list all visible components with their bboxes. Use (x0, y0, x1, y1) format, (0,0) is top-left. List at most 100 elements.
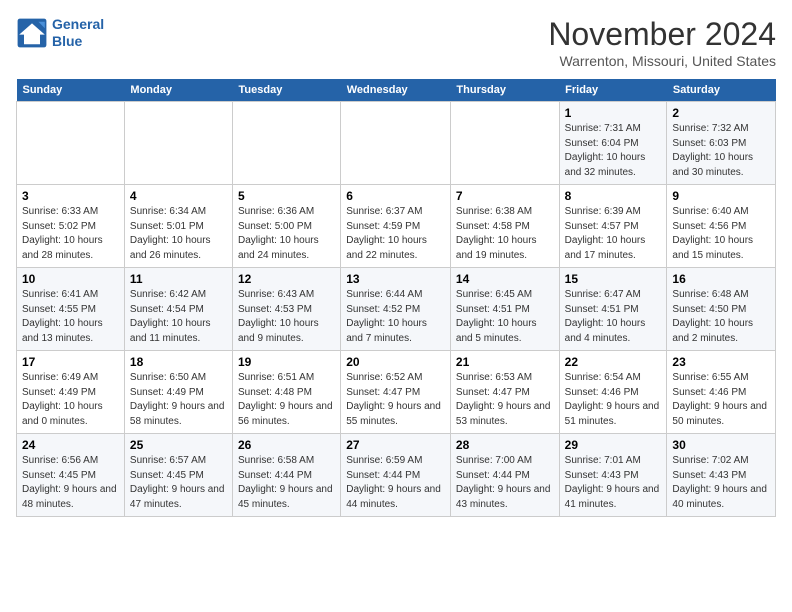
calendar-table: SundayMondayTuesdayWednesdayThursdayFrid… (16, 79, 776, 517)
day-number: 30 (672, 438, 770, 452)
calendar-cell: 20 Sunrise: 6:52 AM Sunset: 4:47 PM Dayli… (341, 351, 451, 434)
day-number: 18 (130, 355, 227, 369)
calendar-cell: 29Sunrise: 7:01 AM Sunset: 4:43 PM Dayli… (559, 434, 667, 517)
day-info: Sunrise: 6:33 AM Sunset: 5:02 PM Dayligh… (22, 205, 119, 263)
header-day-friday: Friday (559, 79, 667, 102)
day-number: 10 (22, 272, 119, 286)
day-number: 1 (565, 106, 662, 120)
title-block: November 2024 Warrenton, Missouri, Unite… (548, 16, 776, 69)
day-number: 26 (238, 438, 335, 452)
calendar-cell: 12Sunrise: 6:43 AM Sunset: 4:53 PM Dayli… (233, 268, 341, 351)
week-row-4: 17 Sunrise: 6:49 AM Sunset: 4:49 PM Dayli… (17, 351, 776, 434)
week-row-2: 3Sunrise: 6:33 AM Sunset: 5:02 PM Daylig… (17, 185, 776, 268)
calendar-cell: 9 Sunrise: 6:40 AM Sunset: 4:56 PM Daylig… (667, 185, 776, 268)
day-number: 23 (672, 355, 770, 369)
location: Warrenton, Missouri, United States (548, 53, 776, 69)
day-number: 4 (130, 189, 227, 203)
day-info: Sunrise: 6:57 AM Sunset: 4:45 PM Dayligh… (130, 454, 227, 512)
header-day-thursday: Thursday (450, 79, 559, 102)
day-number: 25 (130, 438, 227, 452)
day-number: 11 (130, 272, 227, 286)
calendar-header: SundayMondayTuesdayWednesdayThursdayFrid… (17, 79, 776, 102)
day-info: Sunrise: 6:48 AM Sunset: 4:50 PM Dayligh… (672, 288, 770, 346)
day-info: Sunrise: 7:02 AM Sunset: 4:43 PM Dayligh… (672, 454, 770, 512)
day-number: 2 (672, 106, 770, 120)
header-day-tuesday: Tuesday (233, 79, 341, 102)
day-number: 6 (346, 189, 445, 203)
header-day-wednesday: Wednesday (341, 79, 451, 102)
month-title: November 2024 (548, 16, 776, 53)
calendar-cell: 2 Sunrise: 7:32 AM Sunset: 6:03 PM Daylig… (667, 102, 776, 185)
calendar-cell: 5Sunrise: 6:36 AM Sunset: 5:00 PM Daylig… (233, 185, 341, 268)
calendar-cell: 18Sunrise: 6:50 AM Sunset: 4:49 PM Dayli… (124, 351, 232, 434)
day-info: Sunrise: 6:58 AM Sunset: 4:44 PM Dayligh… (238, 454, 335, 512)
day-number: 12 (238, 272, 335, 286)
calendar-cell (124, 102, 232, 185)
day-info: Sunrise: 6:53 AM Sunset: 4:47 PM Dayligh… (456, 371, 554, 429)
day-number: 21 (456, 355, 554, 369)
week-row-3: 10 Sunrise: 6:41 AM Sunset: 4:55 PM Dayli… (17, 268, 776, 351)
calendar-cell (17, 102, 125, 185)
header-day-saturday: Saturday (667, 79, 776, 102)
calendar-cell: 24 Sunrise: 6:56 AM Sunset: 4:45 PM Dayli… (17, 434, 125, 517)
day-number: 19 (238, 355, 335, 369)
day-info: Sunrise: 6:56 AM Sunset: 4:45 PM Dayligh… (22, 454, 119, 512)
calendar-cell: 7Sunrise: 6:38 AM Sunset: 4:58 PM Daylig… (450, 185, 559, 268)
calendar-cell: 10 Sunrise: 6:41 AM Sunset: 4:55 PM Dayli… (17, 268, 125, 351)
day-info: Sunrise: 6:40 AM Sunset: 4:56 PM Dayligh… (672, 205, 770, 263)
day-number: 15 (565, 272, 662, 286)
day-number: 29 (565, 438, 662, 452)
calendar-cell: 15Sunrise: 6:47 AM Sunset: 4:51 PM Dayli… (559, 268, 667, 351)
day-number: 8 (565, 189, 662, 203)
day-info: Sunrise: 7:31 AM Sunset: 6:04 PM Dayligh… (565, 122, 662, 180)
day-info: Sunrise: 7:32 AM Sunset: 6:03 PM Dayligh… (672, 122, 770, 180)
day-number: 9 (672, 189, 770, 203)
calendar-cell: 6 Sunrise: 6:37 AM Sunset: 4:59 PM Daylig… (341, 185, 451, 268)
day-info: Sunrise: 6:59 AM Sunset: 4:44 PM Dayligh… (346, 454, 445, 512)
calendar-body: 1 Sunrise: 7:31 AM Sunset: 6:04 PM Daylig… (17, 102, 776, 517)
page-header: General Blue November 2024 Warrenton, Mi… (16, 16, 776, 69)
day-info: Sunrise: 6:44 AM Sunset: 4:52 PM Dayligh… (346, 288, 445, 346)
calendar-cell: 23Sunrise: 6:55 AM Sunset: 4:46 PM Dayli… (667, 351, 776, 434)
day-number: 20 (346, 355, 445, 369)
calendar-cell: 8 Sunrise: 6:39 AM Sunset: 4:57 PM Daylig… (559, 185, 667, 268)
calendar-cell: 19Sunrise: 6:51 AM Sunset: 4:48 PM Dayli… (233, 351, 341, 434)
day-number: 16 (672, 272, 770, 286)
day-info: Sunrise: 6:52 AM Sunset: 4:47 PM Dayligh… (346, 371, 445, 429)
day-info: Sunrise: 6:41 AM Sunset: 4:55 PM Dayligh… (22, 288, 119, 346)
day-number: 24 (22, 438, 119, 452)
day-info: Sunrise: 6:34 AM Sunset: 5:01 PM Dayligh… (130, 205, 227, 263)
logo-general: General (52, 16, 104, 32)
day-number: 5 (238, 189, 335, 203)
day-number: 17 (22, 355, 119, 369)
calendar-cell: 4 Sunrise: 6:34 AM Sunset: 5:01 PM Daylig… (124, 185, 232, 268)
header-day-sunday: Sunday (17, 79, 125, 102)
calendar-cell: 13 Sunrise: 6:44 AM Sunset: 4:52 PM Dayli… (341, 268, 451, 351)
day-number: 28 (456, 438, 554, 452)
calendar-cell (450, 102, 559, 185)
calendar-cell: 21 Sunrise: 6:53 AM Sunset: 4:47 PM Dayli… (450, 351, 559, 434)
day-number: 13 (346, 272, 445, 286)
day-number: 27 (346, 438, 445, 452)
calendar-cell: 14Sunrise: 6:45 AM Sunset: 4:51 PM Dayli… (450, 268, 559, 351)
calendar-cell: 26 Sunrise: 6:58 AM Sunset: 4:44 PM Dayli… (233, 434, 341, 517)
calendar-cell: 28 Sunrise: 7:00 AM Sunset: 4:44 PM Dayli… (450, 434, 559, 517)
day-number: 14 (456, 272, 554, 286)
day-number: 7 (456, 189, 554, 203)
calendar-cell: 17 Sunrise: 6:49 AM Sunset: 4:49 PM Dayli… (17, 351, 125, 434)
calendar-cell: 27 Sunrise: 6:59 AM Sunset: 4:44 PM Dayli… (341, 434, 451, 517)
calendar-cell (233, 102, 341, 185)
week-row-5: 24 Sunrise: 6:56 AM Sunset: 4:45 PM Dayli… (17, 434, 776, 517)
calendar-cell: 1 Sunrise: 7:31 AM Sunset: 6:04 PM Daylig… (559, 102, 667, 185)
day-info: Sunrise: 6:39 AM Sunset: 4:57 PM Dayligh… (565, 205, 662, 263)
calendar-cell: 3Sunrise: 6:33 AM Sunset: 5:02 PM Daylig… (17, 185, 125, 268)
logo: General Blue (16, 16, 104, 50)
day-number: 22 (565, 355, 662, 369)
logo-blue: Blue (52, 33, 82, 49)
day-info: Sunrise: 6:49 AM Sunset: 4:49 PM Dayligh… (22, 371, 119, 429)
day-info: Sunrise: 7:00 AM Sunset: 4:44 PM Dayligh… (456, 454, 554, 512)
calendar-cell: 16 Sunrise: 6:48 AM Sunset: 4:50 PM Dayli… (667, 268, 776, 351)
day-info: Sunrise: 6:37 AM Sunset: 4:59 PM Dayligh… (346, 205, 445, 263)
week-row-1: 1 Sunrise: 7:31 AM Sunset: 6:04 PM Daylig… (17, 102, 776, 185)
header-day-monday: Monday (124, 79, 232, 102)
